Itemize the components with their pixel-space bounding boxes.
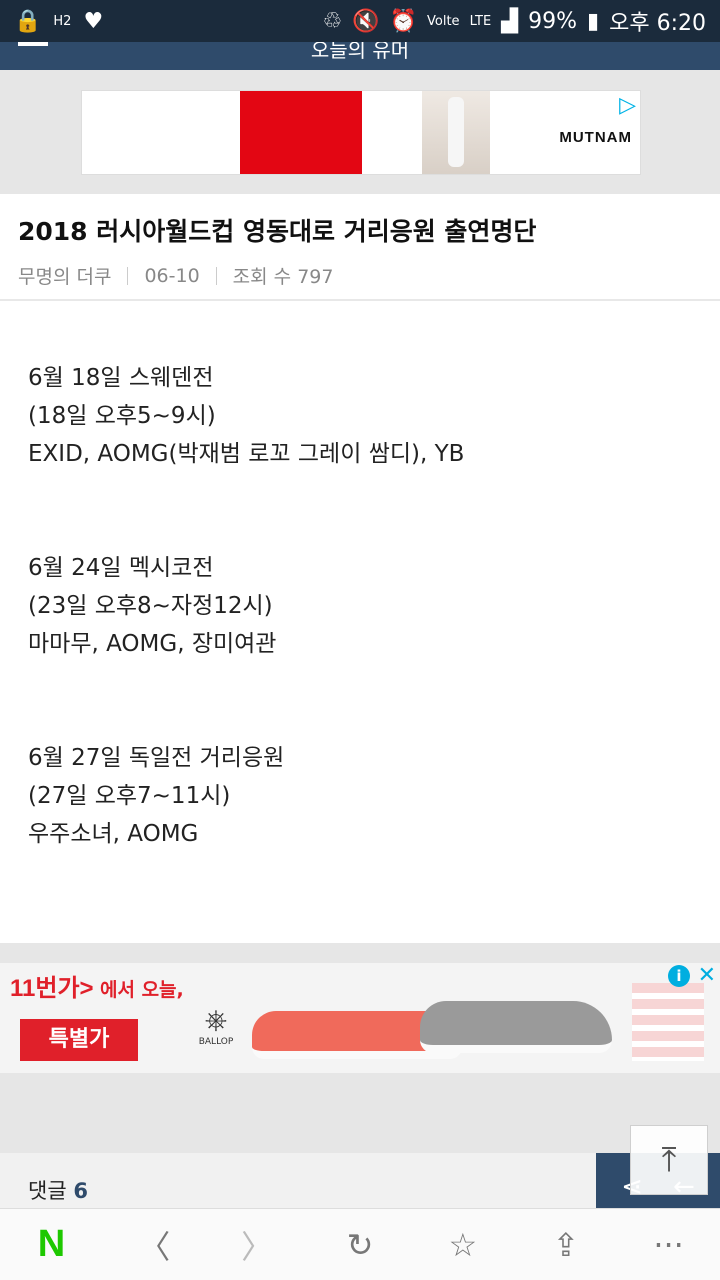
ad-product-thumbnails (632, 983, 704, 1061)
forward-button[interactable]: 〉 (206, 1209, 309, 1280)
refresh-icon: ↻ (346, 1225, 374, 1264)
post-header: 2018 러시아월드컵 영동대로 거리응원 출연명단 무명의 더쿠 06-10 … (0, 194, 720, 301)
clock: 오후 6:20 (609, 11, 706, 36)
star-icon: ☆ (448, 1225, 478, 1264)
ad-brand-badge: ⎈ BALLOP (190, 1003, 242, 1047)
schedule-time: (23일 오후8~자정12시) (28, 593, 273, 619)
post-author[interactable]: 무명의 더쿠 (18, 262, 111, 289)
meta-divider (215, 266, 217, 285)
ad-slogan: 에서 오늘, (100, 979, 184, 1001)
alarm-icon: ⏰ (389, 8, 418, 34)
heart-icon: ♥ (83, 8, 104, 34)
top-ad-banner[interactable]: ▷ MUTNAM (81, 90, 641, 175)
share-button[interactable]: ⇪ (514, 1209, 617, 1280)
naver-home-button[interactable]: N (0, 1209, 103, 1280)
ship-wheel-icon: ⎈ (204, 1003, 228, 1036)
ad-red-block (240, 91, 362, 174)
ad-choices-icon[interactable]: ▷ (619, 93, 636, 118)
back-button[interactable]: 〈 (103, 1209, 206, 1280)
chevron-right-icon: 〉 (241, 1227, 274, 1266)
shoe-gray-image (420, 1001, 612, 1053)
post-body: 6월 18일 스웨덴전 (18일 오후5~9시) EXID, AOMG(박재범 … (0, 303, 720, 943)
ad-close-icon[interactable]: ✕ (698, 963, 716, 988)
app-title[interactable]: 오늘의 유머 (0, 42, 720, 63)
status-bar: 🔒 H2 ♥ ♲ 🔇 ⏰ Volte LTE ▟ 99% ▮ 오후 6:20 (0, 0, 720, 42)
signal-h-icon: H2 (53, 13, 72, 29)
more-button[interactable]: ··· (617, 1209, 720, 1280)
post-views: 조회 수 797 (232, 266, 334, 288)
post-meta: 무명의 더쿠 06-10 조회 수 797 (18, 262, 702, 289)
more-dots-icon: ··· (653, 1225, 684, 1264)
chevron-left-icon: 〈 (138, 1227, 171, 1266)
share-out-icon: ⇪ (552, 1225, 580, 1264)
ad-brand-name: BALLOP (198, 1037, 234, 1047)
meta-divider (127, 266, 129, 285)
battery-icon: ▮ (587, 8, 600, 34)
schedule-performers: 우주소녀, AOMG (28, 821, 199, 847)
app-bar: 오늘의 유머 (0, 42, 720, 70)
network-label: LTE (469, 13, 492, 29)
schedule-block: 6월 27일 독일전 거리응원 (27일 오후7~11시) 우주소녀, AOMG (28, 739, 692, 853)
schedule-block: 6월 18일 스웨덴전 (18일 오후5~9시) EXID, AOMG(박재범 … (28, 359, 692, 473)
mute-icon: 🔇 (352, 8, 380, 34)
signal-icon: ▟ (501, 8, 519, 34)
ad-special-price-button[interactable]: 특별가 (20, 1019, 138, 1061)
top-ad-area: ▷ MUTNAM (0, 70, 720, 194)
scroll-top-button[interactable]: ⤒ (630, 1125, 708, 1195)
post-date: 06-10 (144, 264, 200, 287)
schedule-match: 6월 27일 독일전 거리응원 (28, 745, 285, 771)
recycle-icon: ♲ (322, 8, 343, 34)
volte-label: Volte (427, 13, 460, 29)
schedule-match: 6월 18일 스웨덴전 (28, 365, 214, 391)
ad-brand-logo: MUTNAM (559, 129, 632, 146)
bottom-ad-area: 11번가> 에서 오늘, 특별가 ⎈ BALLOP i ✕ (0, 943, 720, 1153)
browser-toolbar: N 〈 〉 ↻ ☆ ⇪ ··· (0, 1208, 720, 1280)
arrow-up-icon: ⤒ (661, 1140, 677, 1180)
post-title: 2018 러시아월드컵 영동대로 거리응원 출연명단 (18, 217, 537, 246)
battery-percent: 99% (528, 8, 577, 34)
comment-bar: 댓글 6 ⋖ ← (0, 1153, 720, 1208)
schedule-performers: 마마무, AOMG, 장미여관 (28, 631, 277, 657)
lock-notification-icon: 🔒 (14, 8, 42, 34)
ad-info-icon[interactable]: i (668, 965, 690, 987)
ad-11st-logo: 11번가> (10, 975, 94, 1002)
schedule-match: 6월 24일 멕시코전 (28, 555, 214, 581)
schedule-time: (27일 오후7~11시) (28, 783, 231, 809)
ad-model-image (422, 91, 490, 174)
comment-label: 댓글 (28, 1179, 67, 1203)
schedule-block: 6월 24일 멕시코전 (23일 오후8~자정12시) 마마무, AOMG, 장… (28, 549, 692, 663)
refresh-button[interactable]: ↻ (309, 1209, 412, 1280)
comment-count: 6 (73, 1179, 88, 1203)
ad-11st-text: 11번가 (10, 975, 80, 1002)
bookmark-button[interactable]: ☆ (411, 1209, 514, 1280)
comment-heading[interactable]: 댓글 6 (28, 1175, 88, 1205)
bottom-ad-banner[interactable]: 11번가> 에서 오늘, 특별가 ⎈ BALLOP i ✕ (0, 963, 720, 1073)
schedule-performers: EXID, AOMG(박재범 로꼬 그레이 쌈디), YB (28, 441, 465, 467)
schedule-time: (18일 오후5~9시) (28, 403, 216, 429)
